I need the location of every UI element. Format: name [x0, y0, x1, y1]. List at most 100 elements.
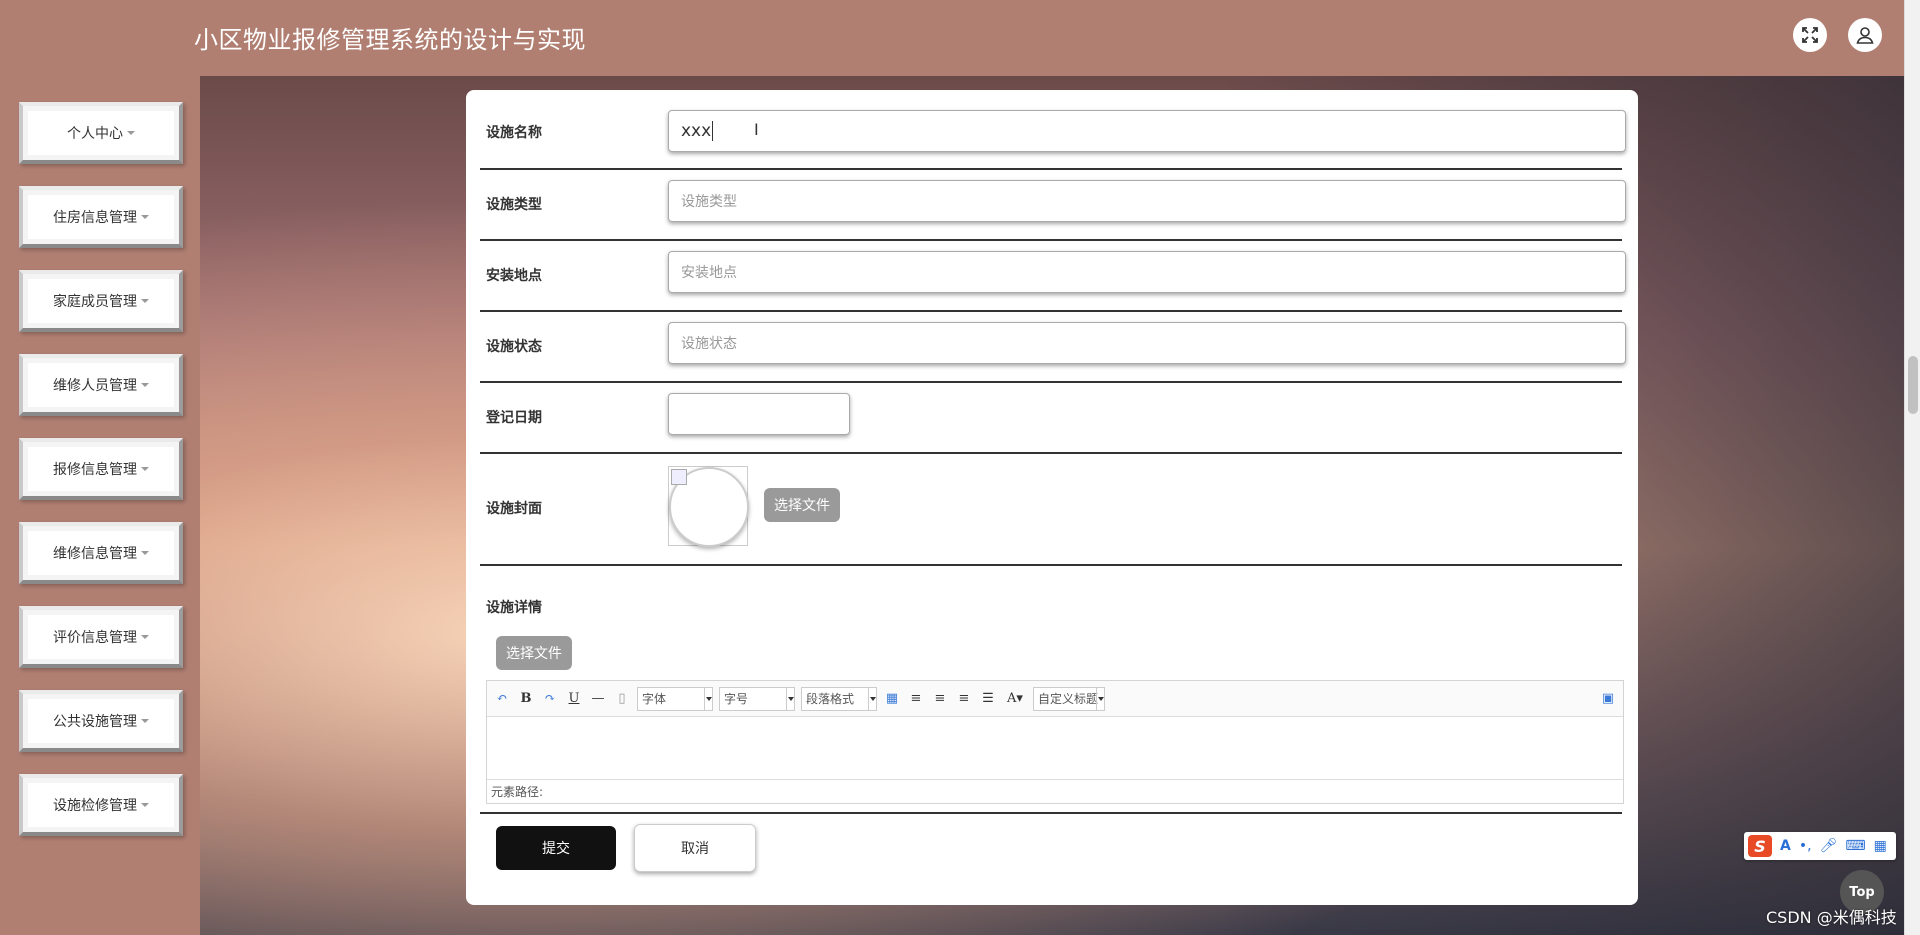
- sidebar-item-repair-staff[interactable]: 维修人员管理: [19, 354, 183, 416]
- sidebar-item-label: 家庭成员管理: [53, 294, 137, 310]
- scrollbar-thumb[interactable]: [1908, 356, 1918, 414]
- underline-icon[interactable]: U: [565, 690, 583, 708]
- name-label: 设施名称: [486, 125, 542, 141]
- ibeam-cursor-icon: I: [754, 120, 759, 139]
- sidebar-item-label: 住房信息管理: [53, 210, 137, 226]
- sidebar-item-family[interactable]: 家庭成员管理: [19, 270, 183, 332]
- sidebar-item-housing[interactable]: 住房信息管理: [19, 186, 183, 248]
- sidebar: 个人中心 住房信息管理 家庭成员管理 维修人员管理 报修信息管理 维修信息管理 …: [0, 76, 200, 935]
- font-color-icon[interactable]: A▾: [1003, 690, 1027, 708]
- status-label: 设施状态: [486, 339, 542, 355]
- details-choose-file-button[interactable]: 选择文件: [496, 636, 572, 670]
- form-row-status: 设施状态 设施状态: [480, 312, 1626, 383]
- sidebar-item-repair-info[interactable]: 维修信息管理: [19, 522, 183, 584]
- sidebar-item-label: 设施检修管理: [53, 798, 137, 814]
- submit-button[interactable]: 提交: [496, 826, 616, 870]
- rich-text-editor: ↶ B ↷ U — ▯ 字体 字号 段落格式 ▦ ≡ ≡ ≡ ☰ A▾ 自定义标…: [486, 680, 1624, 804]
- cover-preview-image[interactable]: [668, 466, 749, 547]
- caret-down-icon: [141, 635, 149, 639]
- align-justify-icon[interactable]: ☰: [979, 690, 997, 708]
- form-row-date: 登记日期: [480, 383, 1622, 454]
- sidebar-item-label: 个人中心: [67, 126, 123, 142]
- caret-down-icon: [127, 131, 135, 135]
- name-input[interactable]: xxx: [668, 110, 1626, 152]
- location-input[interactable]: 安装地点: [668, 251, 1626, 293]
- microphone-icon[interactable]: 🎤︎: [1820, 838, 1838, 854]
- font-size-value: 字号: [724, 692, 749, 706]
- date-input[interactable]: [668, 393, 850, 435]
- user-icon[interactable]: [1848, 18, 1882, 52]
- align-left-icon[interactable]: ≡: [907, 690, 925, 708]
- apps-grid-icon[interactable]: ▦: [1874, 838, 1887, 854]
- keyboard-icon[interactable]: ⌨: [1845, 838, 1865, 854]
- bold-icon[interactable]: B: [517, 690, 535, 708]
- dropdown-arrow-icon: [1096, 687, 1104, 710]
- page-scrollbar[interactable]: [1904, 0, 1920, 935]
- sidebar-item-public-facility[interactable]: 公共设施管理: [19, 690, 183, 752]
- form-row-name: 设施名称 xxx I: [480, 104, 1626, 170]
- sidebar-item-repair-request[interactable]: 报修信息管理: [19, 438, 183, 500]
- custom-title-value: 自定义标题: [1038, 692, 1099, 706]
- editor-body[interactable]: [487, 717, 1623, 779]
- sidebar-item-label: 公共设施管理: [53, 714, 137, 730]
- sidebar-item-label: 维修信息管理: [53, 546, 137, 562]
- caret-down-icon: [141, 383, 149, 387]
- sidebar-item-label: 报修信息管理: [53, 462, 137, 478]
- custom-title-select[interactable]: 自定义标题: [1033, 686, 1105, 711]
- cover-choose-file-button[interactable]: 选择文件: [764, 488, 840, 522]
- redo-icon[interactable]: ↷: [541, 690, 559, 708]
- page-icon[interactable]: ▯: [613, 690, 631, 708]
- app-title: 小区物业报修管理系统的设计与实现: [194, 26, 586, 54]
- paragraph-format-value: 段落格式: [806, 692, 855, 706]
- sidebar-item-label: 评价信息管理: [53, 630, 137, 646]
- text-cursor: [712, 121, 714, 141]
- font-family-select[interactable]: 字体: [637, 686, 713, 711]
- sidebar-item-personal-center[interactable]: 个人中心: [19, 102, 183, 164]
- status-input-placeholder: 设施状态: [681, 336, 737, 352]
- name-input-value: xxx: [681, 121, 712, 141]
- cancel-button[interactable]: 取消: [634, 824, 756, 872]
- status-input[interactable]: 设施状态: [668, 322, 1626, 364]
- sogou-logo-icon[interactable]: S: [1748, 835, 1772, 857]
- form-row-cover: 设施封面 选择文件: [480, 454, 1622, 566]
- caret-down-icon: [141, 719, 149, 723]
- cover-label: 设施封面: [486, 501, 542, 517]
- header: 小区物业报修管理系统的设计与实现: [0, 0, 1904, 76]
- editor-status-bar: 元素路径:: [487, 779, 1623, 803]
- divider: [480, 812, 1622, 814]
- ime-punctuation-icon[interactable]: •,: [1799, 838, 1812, 854]
- type-input-placeholder: 设施类型: [681, 194, 737, 210]
- font-size-select[interactable]: 字号: [719, 686, 795, 711]
- type-input[interactable]: 设施类型: [668, 180, 1626, 222]
- caret-down-icon: [141, 215, 149, 219]
- date-label: 登记日期: [486, 410, 542, 426]
- align-right-icon[interactable]: ≡: [931, 690, 949, 708]
- caret-down-icon: [141, 803, 149, 807]
- paragraph-format-select[interactable]: 段落格式: [801, 686, 877, 711]
- fullscreen-icon[interactable]: [1793, 18, 1827, 52]
- table-icon[interactable]: ▦: [883, 690, 901, 708]
- caret-down-icon: [141, 467, 149, 471]
- undo-icon[interactable]: ↶: [493, 690, 511, 708]
- location-input-placeholder: 安装地点: [681, 265, 737, 281]
- ime-language-icon[interactable]: A: [1780, 838, 1791, 854]
- caret-down-icon: [141, 551, 149, 555]
- horizontal-rule-icon[interactable]: —: [589, 690, 607, 708]
- font-family-value: 字体: [642, 692, 667, 706]
- editor-toolbar: ↶ B ↷ U — ▯ 字体 字号 段落格式 ▦ ≡ ≡ ≡ ☰ A▾ 自定义标…: [487, 681, 1623, 717]
- form-row-type: 设施类型 设施类型: [480, 170, 1626, 241]
- form-row-location: 安装地点 安装地点: [480, 241, 1626, 312]
- sidebar-item-facility-inspection[interactable]: 设施检修管理: [19, 774, 183, 836]
- facility-form: 设施名称 xxx I 设施类型 设施类型 安装地点 安装地点 设施状态 设施状态…: [466, 90, 1638, 905]
- sidebar-item-evaluation[interactable]: 评价信息管理: [19, 606, 183, 668]
- dropdown-arrow-icon: [786, 687, 794, 710]
- ime-toolbar: S A •, 🎤︎ ⌨ ▦: [1744, 832, 1896, 860]
- sidebar-item-label: 维修人员管理: [53, 378, 137, 394]
- details-label: 设施详情: [486, 600, 542, 616]
- watermark: CSDN @米偶科技: [1766, 908, 1897, 927]
- align-center-icon[interactable]: ≡: [955, 690, 973, 708]
- dropdown-arrow-icon: [704, 687, 712, 710]
- dropdown-arrow-icon: [868, 687, 876, 710]
- source-code-icon[interactable]: ▣: [1599, 690, 1617, 708]
- caret-down-icon: [141, 299, 149, 303]
